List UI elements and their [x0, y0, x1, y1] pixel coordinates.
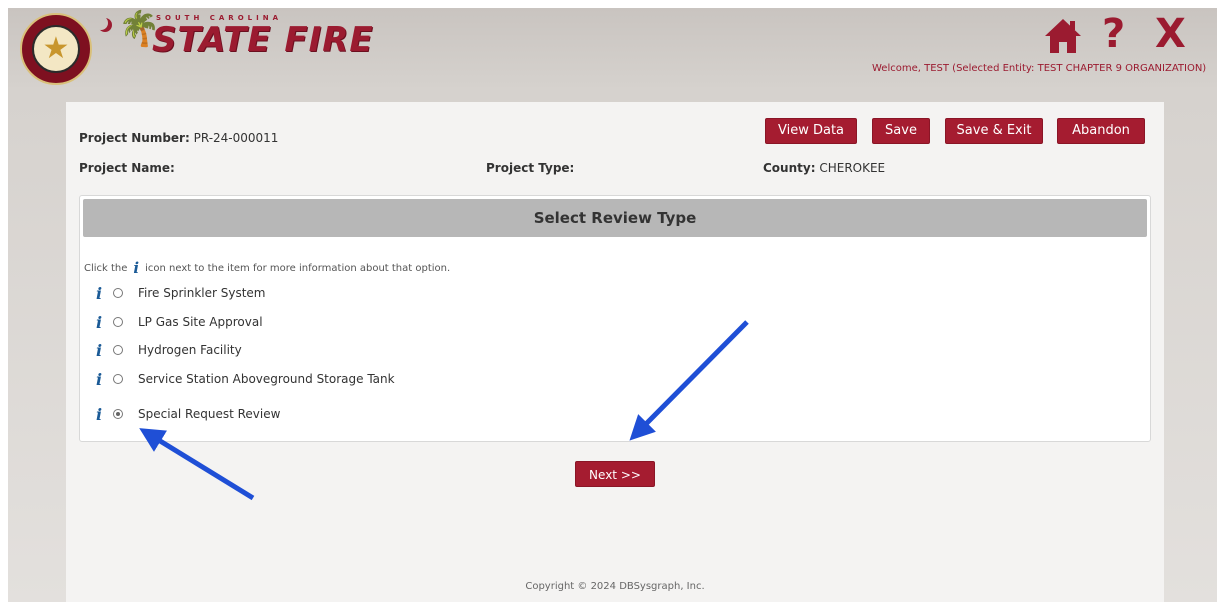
- review-type-panel: Select Review Type Click the i icon next t…: [79, 195, 1151, 442]
- info-icon: i: [133, 259, 140, 277]
- hint-text-after: icon next to the item for more informati…: [145, 263, 451, 274]
- review-type-heading: Select Review Type: [83, 199, 1147, 237]
- radio-fire-sprinkler[interactable]: [113, 288, 123, 298]
- project-card: Project Number: PR-24-000011 Project Nam…: [66, 102, 1164, 602]
- save-and-exit-button[interactable]: Save & Exit: [945, 118, 1043, 144]
- info-icon[interactable]: i: [96, 313, 102, 333]
- option-label[interactable]: Special Request Review: [138, 407, 280, 421]
- app-frame: ★ 🌴 SOUTH CAROLINA STATE FIRE ? X Welcom…: [8, 8, 1217, 602]
- home-icon[interactable]: [1043, 16, 1083, 56]
- info-icon[interactable]: i: [96, 341, 102, 361]
- info-icon[interactable]: i: [96, 405, 102, 425]
- info-icon[interactable]: i: [96, 370, 102, 390]
- project-type: Project Type:: [486, 161, 574, 175]
- next-button[interactable]: Next >>: [575, 461, 655, 487]
- county-value: CHEROKEE: [819, 161, 886, 175]
- info-hint: Click the i icon next to the item for more…: [84, 259, 450, 277]
- save-button[interactable]: Save: [872, 118, 930, 144]
- option-label[interactable]: LP Gas Site Approval: [138, 315, 263, 329]
- close-icon[interactable]: X: [1155, 12, 1186, 56]
- seal-center: ★: [32, 25, 80, 73]
- star-icon: ★: [42, 31, 70, 66]
- info-icon[interactable]: i: [96, 284, 102, 304]
- project-type-label: Project Type:: [486, 161, 575, 175]
- radio-lp-gas[interactable]: [113, 317, 123, 327]
- view-data-button[interactable]: View Data: [765, 118, 857, 144]
- option-label[interactable]: Hydrogen Facility: [138, 343, 242, 357]
- brand-title: STATE FIRE: [152, 20, 374, 60]
- county-label: County:: [763, 161, 816, 175]
- option-label[interactable]: Service Station Aboveground Storage Tank: [138, 372, 395, 386]
- crescent-moon-icon: [94, 16, 108, 30]
- header: ★ 🌴 SOUTH CAROLINA STATE FIRE ? X Welcom…: [8, 8, 1217, 96]
- project-name-label: Project Name:: [79, 161, 175, 175]
- radio-special-request-selected[interactable]: [113, 409, 123, 419]
- welcome-message: Welcome, TEST (Selected Entity: TEST CHA…: [872, 63, 1207, 74]
- project-number-label: Project Number:: [79, 131, 190, 145]
- project-number-value: PR-24-000011: [193, 131, 279, 145]
- option-label[interactable]: Fire Sprinkler System: [138, 286, 266, 300]
- county: County: CHEROKEE: [763, 161, 885, 175]
- hint-text-before: Click the: [84, 263, 128, 274]
- state-fire-seal-logo: ★: [20, 13, 92, 85]
- project-name: Project Name:: [79, 161, 175, 175]
- abandon-button[interactable]: Abandon: [1057, 118, 1145, 144]
- radio-hydrogen[interactable]: [113, 345, 123, 355]
- copyright: Copyright © 2024 DBSysgraph, Inc.: [525, 581, 705, 592]
- project-number: Project Number: PR-24-000011: [79, 131, 278, 145]
- radio-service-station-tank[interactable]: [113, 374, 123, 384]
- help-icon[interactable]: ?: [1102, 12, 1125, 56]
